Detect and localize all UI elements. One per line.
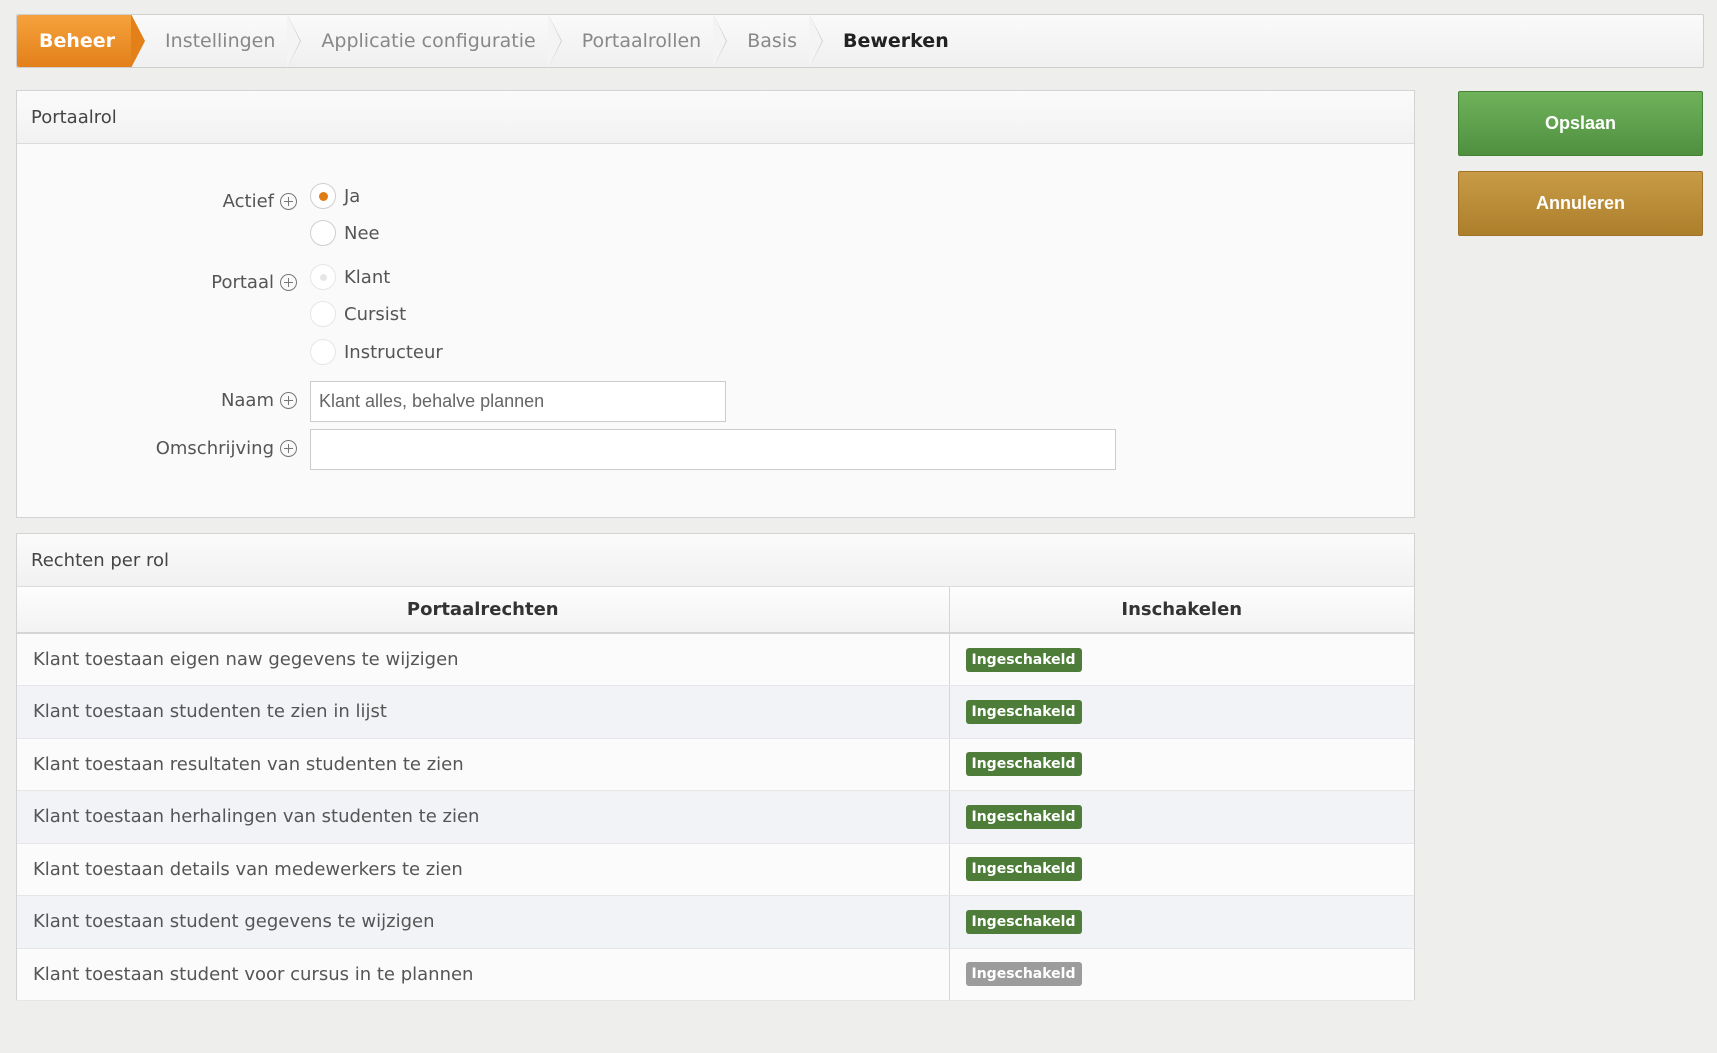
column-header-inschakelen: Inschakelen (949, 587, 1414, 634)
plus-circle-icon[interactable] (280, 274, 297, 291)
breadcrumb-instellingen[interactable]: Instellingen (131, 14, 302, 68)
table-row: Klant toestaan student voor cursus in te… (17, 948, 1414, 1001)
plus-circle-icon[interactable] (280, 440, 297, 457)
plus-circle-icon[interactable] (280, 392, 297, 409)
breadcrumb: Beheer Instellingen Applicatie configura… (16, 14, 1704, 68)
cancel-button[interactable]: Annuleren (1458, 171, 1703, 236)
right-name: Klant toestaan eigen naw gegevens te wij… (17, 633, 950, 686)
breadcrumb-applicatie-configuratie[interactable]: Applicatie configuratie (287, 14, 562, 68)
omschrijving-label: Omschrijving (47, 438, 297, 459)
save-button[interactable]: Opslaan (1458, 91, 1703, 156)
actief-radio-ja[interactable]: Ja (310, 183, 360, 209)
portaal-radio-instructeur[interactable]: Instructeur (310, 339, 443, 365)
naam-label: Naam (47, 390, 297, 411)
portaal-radio-cursist[interactable]: Cursist (310, 301, 406, 327)
radio-button[interactable] (310, 264, 336, 290)
status-badge[interactable]: Ingeschakeld (965, 804, 1082, 829)
right-name: Klant toestaan details van medewerkers t… (17, 843, 950, 896)
status-badge[interactable]: Ingeschakeld (965, 752, 1082, 777)
breadcrumb-current: Bewerken (843, 30, 949, 52)
radio-button[interactable] (310, 339, 336, 365)
omschrijving-input[interactable] (310, 429, 1116, 470)
breadcrumb-portaalrollen[interactable]: Portaalrollen (548, 14, 727, 68)
table-row: Klant toestaan resultaten van studenten … (17, 738, 1414, 791)
right-name: Klant toestaan student gegevens te wijzi… (17, 895, 950, 949)
right-name: Klant toestaan studenten te zien in lijs… (17, 685, 950, 739)
table-row: Klant toestaan herhalingen van studenten… (17, 790, 1414, 844)
radio-button[interactable] (310, 220, 336, 246)
status-badge[interactable]: Ingeschakeld (965, 647, 1082, 672)
breadcrumb-basis[interactable]: Basis (713, 14, 823, 68)
rights-table: Portaalrechten Inschakelen Klant toestaa… (17, 587, 1414, 1001)
rechten-panel: Rechten per rol Portaalrechten Inschakel… (16, 533, 1415, 1001)
table-row: Klant toestaan studenten te zien in lijs… (17, 685, 1414, 739)
status-badge[interactable]: Ingeschakeld (965, 909, 1082, 934)
naam-input[interactable]: Klant alles, behalve plannen (310, 381, 726, 422)
right-name: Klant toestaan resultaten van studenten … (17, 738, 950, 791)
column-header-portaalrechten: Portaalrechten (17, 587, 950, 634)
actief-label: Actief (47, 191, 297, 212)
status-badge[interactable]: Ingeschakeld (965, 699, 1082, 724)
table-row: Klant toestaan eigen naw gegevens te wij… (17, 633, 1414, 686)
table-row: Klant toestaan student gegevens te wijzi… (17, 895, 1414, 949)
portaal-radio-klant[interactable]: Klant (310, 264, 390, 290)
plus-circle-icon[interactable] (280, 193, 297, 210)
portaalrol-panel: Portaalrol Actief Ja Nee Portaal Klant C… (16, 90, 1415, 518)
portaalrol-panel-title: Portaalrol (17, 91, 1414, 144)
radio-button[interactable] (310, 183, 336, 209)
breadcrumb-beheer[interactable]: Beheer (17, 14, 146, 68)
radio-button[interactable] (310, 301, 336, 327)
rechten-panel-title: Rechten per rol (17, 534, 1414, 587)
portaal-label: Portaal (47, 272, 297, 293)
status-badge[interactable]: Ingeschakeld (965, 962, 1082, 987)
actief-radio-nee[interactable]: Nee (310, 220, 380, 246)
right-name: Klant toestaan student voor cursus in te… (17, 948, 950, 1001)
table-row: Klant toestaan details van medewerkers t… (17, 843, 1414, 896)
right-name: Klant toestaan herhalingen van studenten… (17, 790, 950, 844)
status-badge[interactable]: Ingeschakeld (965, 857, 1082, 882)
